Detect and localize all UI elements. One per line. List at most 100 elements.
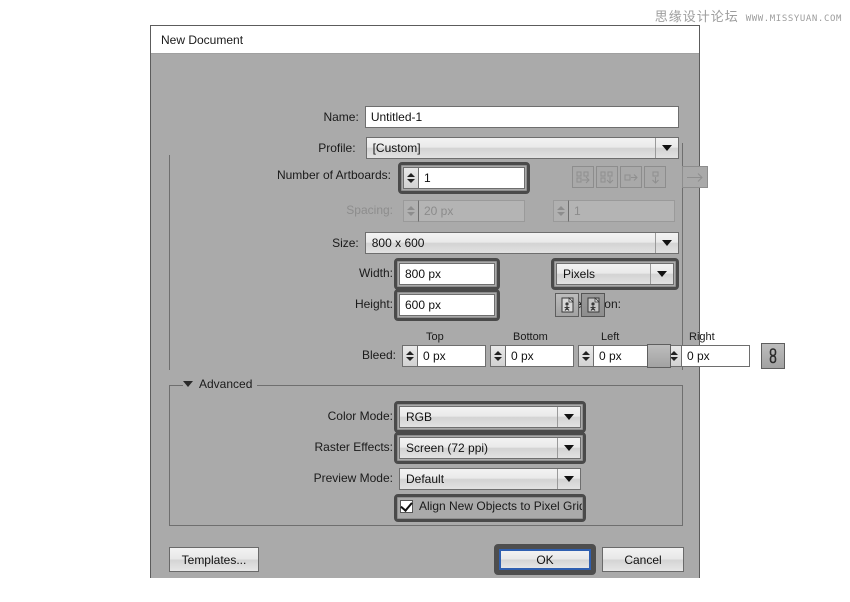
size-dropdown-arrow[interactable]: [655, 233, 678, 253]
raster-effects-select[interactable]: Screen (72 ppi): [399, 437, 581, 459]
size-label: Size:: [169, 236, 359, 250]
profile-label: Profile:: [169, 141, 360, 155]
color-mode-dropdown-arrow[interactable]: [557, 407, 580, 427]
ok-button-inner: OK: [499, 549, 591, 570]
bleed-right-input[interactable]: 0 px: [681, 345, 750, 367]
artboard-arrange-row-button[interactable]: [620, 166, 642, 188]
spinner-up-icon[interactable]: [494, 351, 502, 355]
spinner-up-icon: [407, 206, 415, 210]
artboard-arrange-column-button[interactable]: [644, 166, 666, 188]
bleed-top-stepper[interactable]: 0 px: [402, 345, 486, 367]
orientation-buttons: [555, 293, 605, 317]
columns-spin-buttons: [553, 200, 568, 222]
orientation-landscape-icon: [586, 297, 601, 313]
preview-mode-select[interactable]: Default: [399, 468, 581, 490]
artboard-grid-by-column-button[interactable]: [596, 166, 618, 188]
align-pixel-grid-checkbox-row[interactable]: Align New Objects to Pixel Grid: [400, 499, 586, 513]
chevron-down-icon: [564, 476, 574, 482]
artboards-input[interactable]: 1: [418, 167, 525, 189]
spinner-down-icon[interactable]: [582, 357, 590, 361]
dialog-title: New Document: [161, 33, 243, 47]
color-mode-value: RGB: [406, 410, 432, 424]
artboards-row: Number of Artboards:: [169, 168, 391, 182]
spinner-down-icon[interactable]: [406, 357, 414, 361]
triangle-down-icon: [183, 381, 193, 387]
size-row: Size: 800 x 600: [169, 232, 679, 254]
bleed-left-spin-buttons[interactable]: [578, 345, 593, 367]
advanced-section-label: Advanced: [199, 377, 252, 391]
bleed-link[interactable]: [761, 343, 785, 369]
profile-value: [Custom]: [373, 141, 421, 155]
profile-select[interactable]: [Custom]: [366, 137, 679, 159]
artboard-arrange-row-icon: [624, 171, 639, 184]
spinner-down-icon: [557, 212, 565, 216]
spinner-up-icon[interactable]: [670, 351, 678, 355]
profile-dropdown-arrow[interactable]: [655, 138, 678, 158]
spinner-down-icon[interactable]: [407, 179, 415, 183]
name-input[interactable]: Untitled-1: [365, 106, 679, 128]
spacing-label: Spacing:: [321, 203, 393, 217]
spacing-input: 20 px: [418, 200, 525, 222]
spinner-down-icon[interactable]: [670, 357, 678, 361]
ok-button[interactable]: OK: [501, 551, 589, 568]
bleed-link-chain-icon: [768, 348, 778, 364]
bleed-bottom-input[interactable]: 0 px: [505, 345, 574, 367]
units-value: Pixels: [563, 267, 595, 281]
artboard-grid-by-row-button[interactable]: [572, 166, 594, 188]
watermark-chinese: 思缘设计论坛: [655, 6, 739, 25]
color-mode-select[interactable]: RGB: [399, 406, 581, 428]
ok-button-focus-wrapper: OK: [494, 544, 596, 575]
bleed-link-button[interactable]: [647, 344, 671, 368]
bleed-right-field[interactable]: 0 px: [666, 345, 750, 367]
bleed-top-input[interactable]: 0 px: [417, 345, 486, 367]
bleed-left-header: Left: [601, 331, 619, 343]
raster-effects-value: Screen (72 ppi): [406, 441, 488, 455]
bleed-top-header: Top: [426, 331, 444, 343]
templates-button[interactable]: Templates...: [169, 547, 259, 572]
bleed-label: Bleed:: [346, 348, 396, 362]
raster-effects-label: Raster Effects:: [291, 440, 393, 454]
artboards-stepper[interactable]: 1: [403, 167, 525, 189]
artboard-direction-button[interactable]: [682, 166, 708, 188]
spinner-up-icon: [557, 206, 565, 210]
units-dropdown-arrow[interactable]: [650, 264, 673, 284]
bleed-bottom-spin-buttons[interactable]: [490, 345, 505, 367]
advanced-section-toggle[interactable]: Advanced: [183, 377, 257, 391]
profile-row: Profile: [Custom]: [169, 137, 679, 159]
chevron-down-icon: [662, 145, 672, 151]
size-value: 800 x 600: [372, 236, 425, 250]
spinner-down-icon[interactable]: [494, 357, 502, 361]
artboards-label: Number of Artboards:: [169, 168, 391, 182]
preview-mode-dropdown-arrow[interactable]: [557, 469, 580, 489]
artboards-spin-buttons[interactable]: [403, 167, 418, 189]
site-watermark: 思缘设计论坛 WWW.MISSYUAN.COM: [655, 6, 842, 25]
align-pixel-grid-checkbox[interactable]: [400, 500, 413, 513]
orientation-portrait-icon: [560, 297, 575, 313]
chevron-down-icon: [657, 271, 667, 277]
spacing-spin-buttons: [403, 200, 418, 222]
spinner-up-icon[interactable]: [582, 351, 590, 355]
width-input[interactable]: 800 px: [399, 263, 495, 285]
name-row: Name: Untitled-1: [169, 106, 679, 128]
chevron-down-icon: [662, 240, 672, 246]
bleed-top-spin-buttons[interactable]: [402, 345, 417, 367]
chevron-down-icon: [564, 445, 574, 451]
artboard-direction-arrow-icon: [685, 172, 705, 183]
orientation-portrait-button[interactable]: [555, 293, 579, 317]
units-select[interactable]: Pixels: [556, 263, 674, 285]
cancel-button[interactable]: Cancel: [602, 547, 684, 572]
checkmark-icon: [400, 499, 412, 512]
dialog-titlebar: New Document: [151, 26, 699, 54]
spinner-up-icon[interactable]: [407, 173, 415, 177]
align-pixel-grid-label: Align New Objects to Pixel Grid: [419, 499, 586, 513]
size-select[interactable]: 800 x 600: [365, 232, 679, 254]
artboard-grid-by-row-icon: [576, 171, 591, 184]
bleed-bottom-stepper[interactable]: 0 px: [490, 345, 574, 367]
raster-effects-dropdown-arrow[interactable]: [557, 438, 580, 458]
preview-mode-label: Preview Mode:: [291, 471, 393, 485]
spinner-up-icon[interactable]: [406, 351, 414, 355]
height-input[interactable]: 600 px: [399, 294, 495, 316]
orientation-landscape-button[interactable]: [581, 293, 605, 317]
columns-input: 1: [568, 200, 675, 222]
height-label: Height:: [319, 297, 393, 311]
